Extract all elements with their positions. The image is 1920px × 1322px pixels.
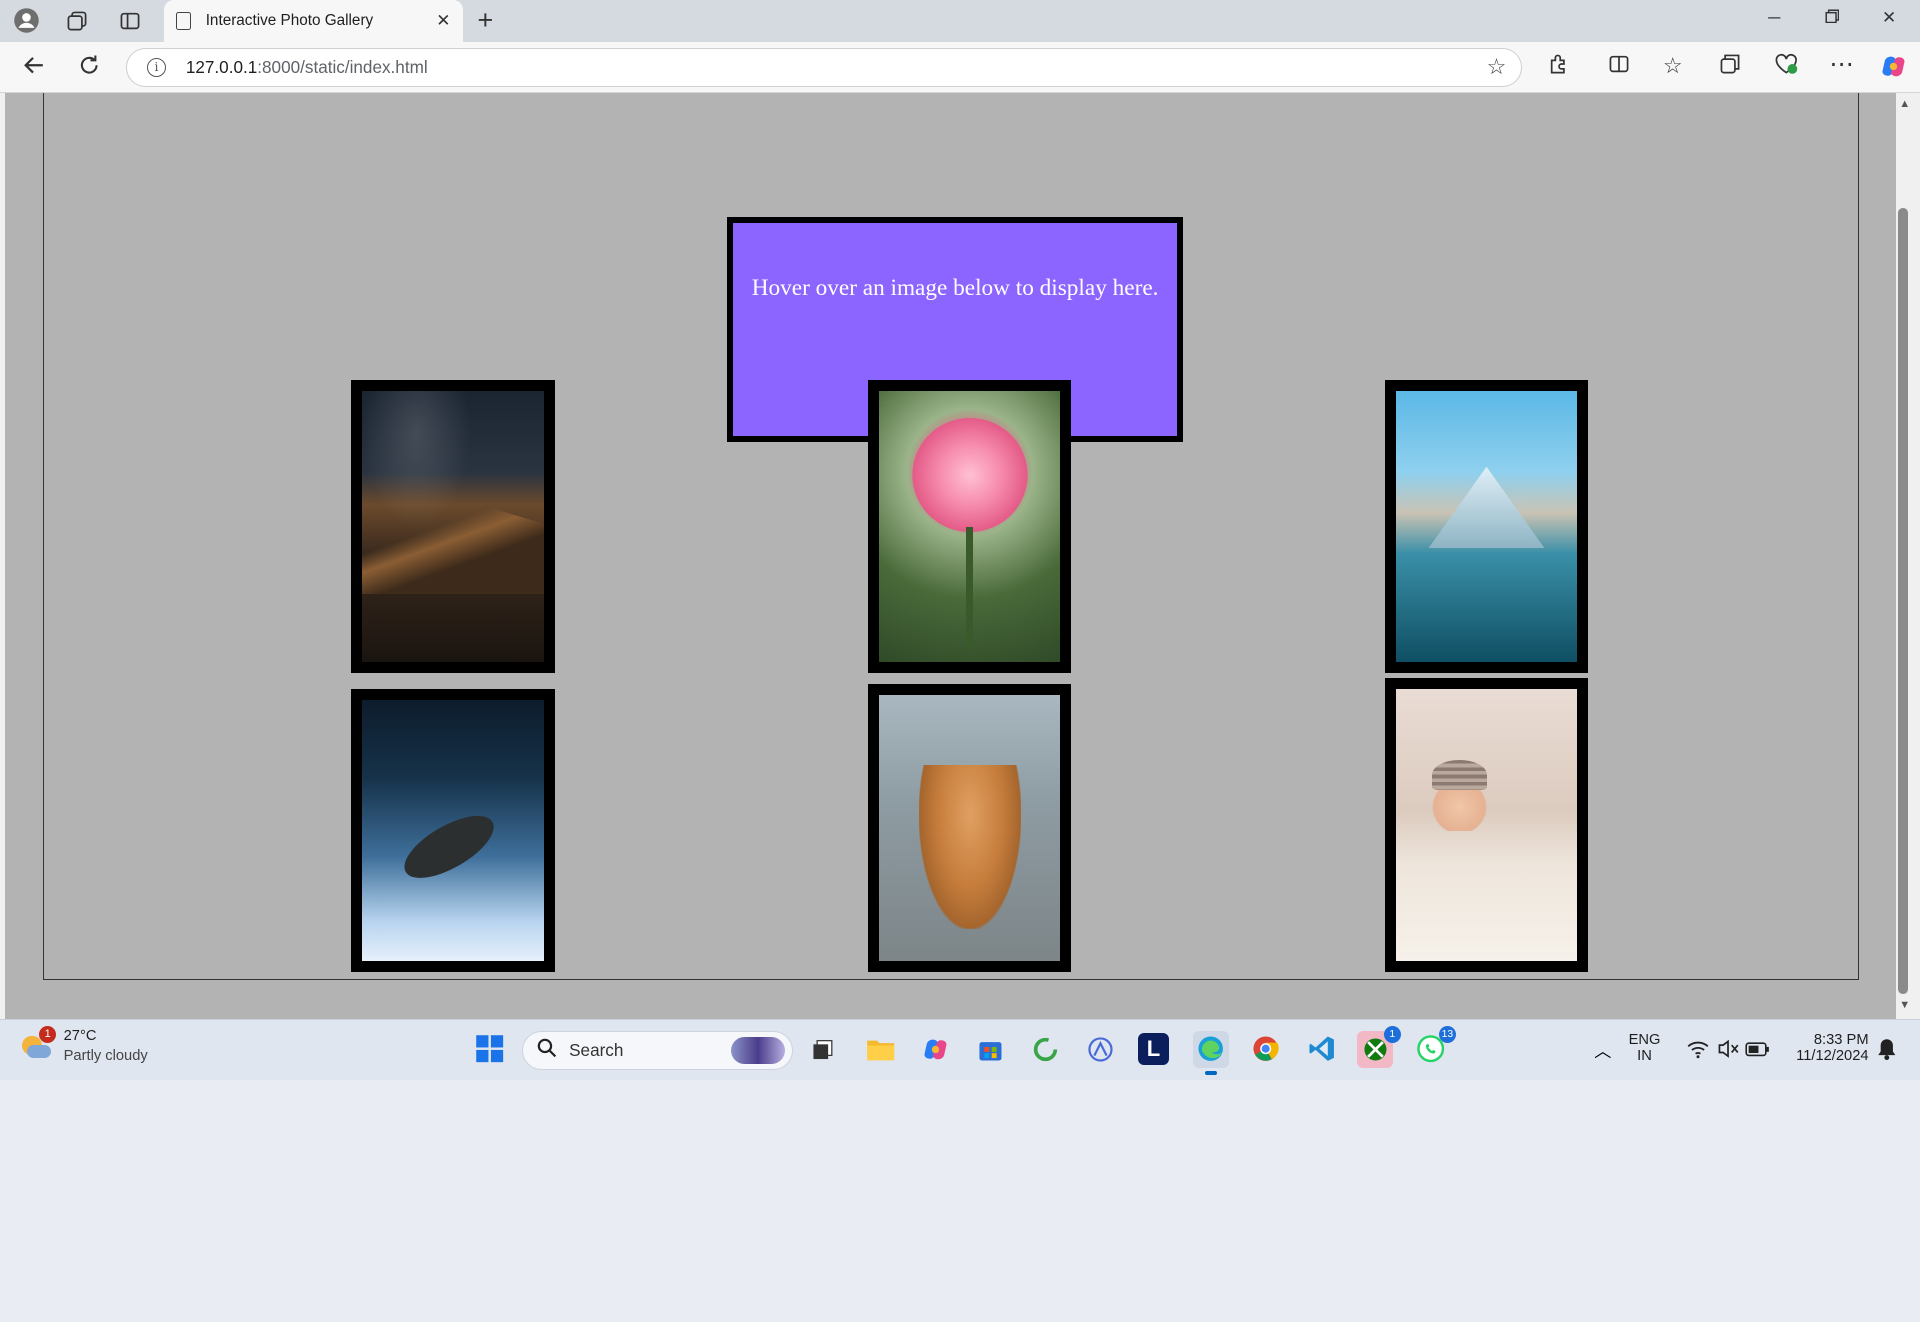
gallery-thumb-baby[interactable] <box>1384 678 1589 973</box>
weather-widget[interactable]: 1 27°C Partly cloudy <box>20 1025 148 1066</box>
gallery-thumb-dog[interactable] <box>868 684 1072 973</box>
url-input[interactable]: i 127.0.0.1:8000/static/index.html ☆ <box>126 47 1523 87</box>
xbox-badge: 1 <box>1383 1025 1401 1044</box>
page-background: y Hover over an image below to display h… <box>4 93 1896 1019</box>
vertical-tabs-icon[interactable] <box>115 6 144 35</box>
search-highlight-icon <box>731 1036 786 1064</box>
xbox-icon[interactable]: 1 <box>1356 1025 1401 1068</box>
restore-icon[interactable] <box>1824 7 1840 28</box>
gallery-thumb-rose[interactable] <box>868 379 1072 674</box>
weather-badge: 1 <box>39 1025 57 1044</box>
profile-icon[interactable] <box>12 6 41 35</box>
scroll-up-arrow-icon[interactable]: ▲ <box>1899 98 1910 110</box>
rose-image[interactable] <box>879 390 1061 663</box>
clock-time: 8:33 PM <box>1813 1032 1869 1049</box>
address-bar: i 127.0.0.1:8000/static/index.html ☆ ☆ ⋯ <box>0 41 1920 94</box>
favorites-icon[interactable]: ☆ <box>1663 53 1683 79</box>
turtle-image[interactable] <box>362 700 544 962</box>
microsoft-store-icon[interactable] <box>972 1031 1009 1068</box>
refresh-icon[interactable] <box>77 53 101 83</box>
l-app-icon[interactable]: L <box>1137 1033 1170 1066</box>
region-code: IN <box>1637 1048 1652 1065</box>
weather-temperature: 27°C <box>63 1028 97 1045</box>
page-viewport: y Hover over an image below to display h… <box>0 93 1896 1019</box>
url-host: 127.0.0.1 <box>185 56 258 77</box>
clock-date: 11/12/2024 <box>1796 1048 1869 1065</box>
notifications-bell-icon[interactable] <box>1869 1031 1906 1068</box>
task-view-icon[interactable] <box>804 1031 841 1068</box>
site-info-icon[interactable]: i <box>146 57 167 78</box>
dog-image[interactable] <box>879 695 1061 962</box>
ai-app-icon[interactable] <box>1082 1031 1119 1068</box>
taskbar: 1 27°C Partly cloudy Search L 1 13 ︿ ENG… <box>0 1018 1920 1080</box>
language-indicator[interactable]: ENG IN <box>1629 1032 1661 1064</box>
gallery-thumb-louvre[interactable] <box>1384 379 1589 674</box>
workspaces-icon[interactable] <box>62 6 91 35</box>
collections-icon[interactable] <box>1719 53 1741 81</box>
show-hidden-icons-chevron-icon[interactable]: ︿ <box>1585 1031 1622 1068</box>
browser-essentials-icon[interactable] <box>1774 53 1798 81</box>
gallery-thumb-turtle[interactable] <box>351 689 555 973</box>
file-explorer-icon[interactable] <box>862 1031 899 1068</box>
tab-title: Interactive Photo Gallery <box>205 11 374 29</box>
vscode-icon[interactable] <box>1303 1031 1340 1068</box>
windows-start-icon[interactable] <box>471 1031 508 1068</box>
scrollbar-thumb[interactable] <box>1897 208 1908 995</box>
language-code: ENG <box>1628 1032 1661 1049</box>
new-tab-icon[interactable]: + <box>478 5 494 36</box>
url-path: :8000/static/index.html <box>257 56 428 77</box>
page-icon <box>176 11 191 30</box>
search-label: Search <box>569 1039 624 1060</box>
tab-bar: Interactive Photo Gallery ✕ + ─ ✕ <box>0 0 1920 42</box>
weather-description: Partly cloudy <box>63 1047 148 1064</box>
partly-cloudy-icon: 1 <box>20 1025 57 1060</box>
tab-interactive-photo-gallery[interactable]: Interactive Photo Gallery ✕ <box>164 0 463 42</box>
search-icon <box>537 1038 557 1064</box>
close-window-icon[interactable]: ✕ <box>1882 7 1896 28</box>
chrome-icon[interactable] <box>1248 1031 1285 1068</box>
whatsapp-badge: 13 <box>1438 1025 1456 1044</box>
baby-image[interactable] <box>1395 689 1578 962</box>
louvre-image[interactable] <box>1395 390 1578 663</box>
mountain-image[interactable] <box>362 390 544 663</box>
refresh-app-icon[interactable] <box>1027 1031 1064 1068</box>
favorite-star-icon[interactable]: ☆ <box>1487 54 1507 80</box>
more-options-icon[interactable]: ⋯ <box>1829 49 1853 79</box>
minimize-icon[interactable]: ─ <box>1768 7 1780 28</box>
battery-icon[interactable] <box>1739 1031 1776 1068</box>
whatsapp-icon[interactable]: 13 <box>1412 1025 1456 1068</box>
clock[interactable]: 8:33 PM 11/12/2024 <box>1783 1032 1869 1065</box>
taskbar-search-box[interactable]: Search <box>521 1030 794 1070</box>
gallery-thumb-mountain[interactable] <box>351 379 555 674</box>
back-icon[interactable] <box>22 53 46 83</box>
split-screen-icon[interactable] <box>1608 53 1630 81</box>
copilot-icon[interactable] <box>1880 53 1907 86</box>
close-tab-icon[interactable]: ✕ <box>436 10 450 31</box>
extensions-icon[interactable] <box>1548 53 1570 81</box>
scroll-down-arrow-icon[interactable]: ▼ <box>1899 999 1910 1011</box>
copilot-app-icon[interactable] <box>917 1031 954 1068</box>
edge-icon[interactable] <box>1192 1030 1230 1075</box>
edge-active-indicator <box>1204 1071 1218 1075</box>
